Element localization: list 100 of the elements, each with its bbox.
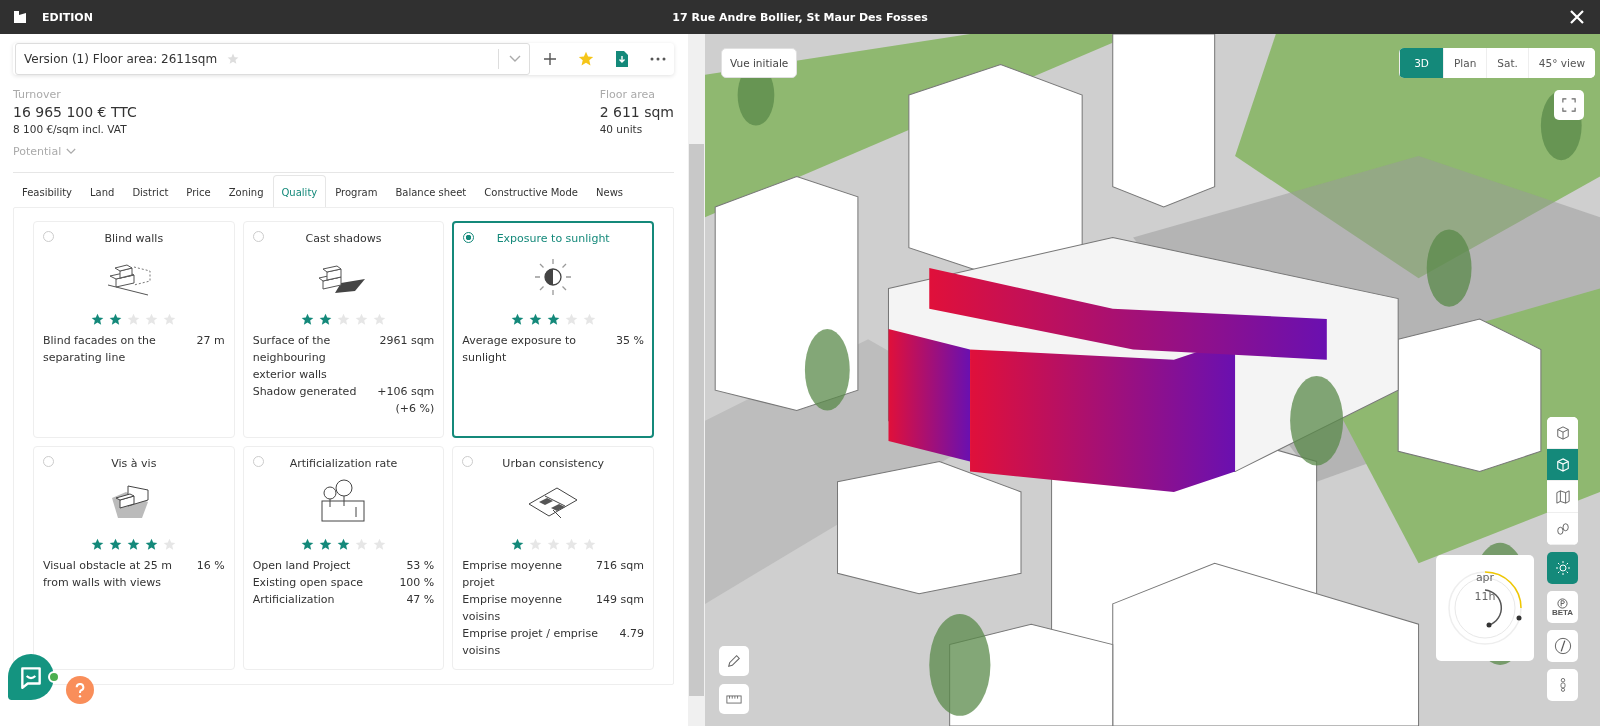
version-dropdown[interactable]: Version (1) Floor area: 2611sqm xyxy=(15,43,530,75)
online-dot-icon xyxy=(48,671,60,683)
chat-smile-icon xyxy=(18,664,44,690)
metric-value: 47 % xyxy=(406,592,435,608)
card-title: Urban consistency xyxy=(502,457,604,470)
file-download-icon xyxy=(616,51,628,67)
radio-button[interactable] xyxy=(463,232,475,243)
map-tool-button[interactable] xyxy=(1547,417,1578,449)
quality-card[interactable]: Blind walls Blind facades on the separating line 27 m xyxy=(33,221,235,438)
metric-label: Average exposure to sunlight xyxy=(462,333,578,366)
metric-note: (+6 %) xyxy=(395,401,435,417)
person-icon xyxy=(1558,677,1567,693)
metric-label: Existing open space xyxy=(252,575,363,591)
map-icon xyxy=(1555,489,1570,504)
month-label: apr xyxy=(1475,571,1495,584)
question-mark-icon xyxy=(75,682,85,698)
metric-value: 35 % xyxy=(616,333,644,349)
parking-button[interactable]: BETA xyxy=(1547,591,1578,623)
measure-button[interactable] xyxy=(719,684,749,714)
tab[interactable]: News xyxy=(587,175,633,208)
metric-value: 716 sqm xyxy=(596,558,644,574)
tab[interactable]: Feasibility xyxy=(13,175,81,208)
tab[interactable]: Program xyxy=(326,175,387,208)
plus-icon xyxy=(543,52,557,66)
view-mode-tab[interactable]: 3D xyxy=(1399,48,1443,78)
chevron-down-icon xyxy=(66,148,77,155)
metric-value: 16 % xyxy=(196,558,225,574)
version-label: Version (1) Floor area: 2611sqm xyxy=(24,52,218,66)
quality-card[interactable]: Artificialization rate Open land Project 53 % Existing open space 100 % Artificialization 47 % xyxy=(242,446,445,670)
metric-value: 2961 sqm xyxy=(379,333,435,349)
metric-value: 149 sqm xyxy=(596,592,644,608)
map-tool-button[interactable] xyxy=(1547,449,1578,481)
metric-label: Artificialization xyxy=(252,592,335,608)
sun-tool-button[interactable] xyxy=(1547,552,1578,584)
quality-card[interactable]: Urban consistency Emprise moyenne projet 716 sqm Emprise moyenne voisins 149 sqm Emprise projet / emprise voisins 4.79 xyxy=(452,446,654,670)
cube-icon xyxy=(1555,457,1570,472)
tab[interactable]: Zoning xyxy=(219,175,273,208)
quality-card[interactable]: Exposure to sunlight Average exposure to sunlight 35 % xyxy=(452,221,654,438)
metric-label: Visual obstacle at 25 m from walls with views xyxy=(43,558,173,591)
card-title: Cast shadows xyxy=(305,232,382,245)
reset-view-button[interactable]: Vue initiale xyxy=(721,48,798,78)
card-title: Exposure to sunlight xyxy=(496,232,610,245)
scrollbar[interactable] xyxy=(688,34,705,726)
footprints-icon xyxy=(1555,521,1570,536)
city-3d-drawing[interactable] xyxy=(705,34,1600,726)
tab[interactable]: Price xyxy=(177,175,220,208)
quality-card[interactable]: Vis à vis Visual obstacle at 25 m from walls with views 16 % xyxy=(33,446,235,670)
card-title: Blind walls xyxy=(104,232,164,245)
turnover-label: Turnover xyxy=(13,88,62,101)
metric-label: Emprise moyenne voisins xyxy=(462,592,563,625)
floor-area-value: 2 611 sqm xyxy=(599,104,674,120)
half-sun-icon xyxy=(533,257,574,297)
sun-position-widget[interactable]: apr 11h xyxy=(1436,555,1534,661)
units-count: 40 units xyxy=(599,123,644,135)
ruler-icon xyxy=(726,694,742,704)
metric-label: Emprise projet / emprise voisins xyxy=(462,626,599,659)
card-title: Artificialization rate xyxy=(289,457,398,470)
more-icon xyxy=(650,57,666,61)
metric-label: Open land Project xyxy=(252,558,351,574)
metric-label: Blind facades on the separating line xyxy=(43,333,157,366)
tab[interactable]: Constructive Mode xyxy=(475,175,587,208)
floor-area-label: Floor area xyxy=(599,88,657,101)
compass-icon xyxy=(1553,637,1572,655)
star-icon xyxy=(578,51,594,67)
card-title: Vis à vis xyxy=(111,457,157,470)
tab[interactable]: Land xyxy=(81,175,124,208)
draw-button[interactable] xyxy=(719,646,749,676)
cube-outline-icon xyxy=(1555,425,1570,440)
metric-value: +106 sqm xyxy=(377,384,435,400)
view-mode-tab[interactable]: 45° view xyxy=(1527,48,1595,78)
help-button[interactable] xyxy=(66,676,94,704)
metric-value: 53 % xyxy=(406,558,435,574)
star-icon[interactable] xyxy=(227,53,240,65)
pencil-icon xyxy=(727,654,741,668)
turnover-value: 16 965 100 € TTC xyxy=(13,104,137,120)
app-title: EDITION xyxy=(42,10,93,24)
sun-icon xyxy=(1554,560,1571,576)
parking-icon xyxy=(1557,597,1568,609)
metric-value: 27 m xyxy=(196,333,225,349)
tab[interactable]: District xyxy=(123,175,178,208)
tab[interactable]: Quality xyxy=(272,175,327,208)
metric-value: 100 % xyxy=(399,575,435,591)
metric-label: Shadow generated xyxy=(252,384,357,400)
turnover-per-sqm: 8 100 €/sqm incl. VAT xyxy=(13,123,128,135)
street-view-button[interactable] xyxy=(1547,669,1578,701)
logo-icon xyxy=(12,9,28,25)
sun-dial-icon xyxy=(1445,568,1525,648)
chevron-down-icon[interactable] xyxy=(509,55,521,63)
hour-label: 11h xyxy=(1474,590,1496,603)
address-title: 17 Rue Andre Bollier, St Maur Des Fosses xyxy=(672,10,928,24)
metric-value: 4.79 xyxy=(619,626,644,642)
tab[interactable]: Balance sheet xyxy=(386,175,476,208)
close-icon xyxy=(1570,10,1584,24)
metric-label: Emprise moyenne projet xyxy=(462,558,563,591)
fullscreen-button[interactable] xyxy=(1554,90,1584,120)
compass-button[interactable] xyxy=(1547,630,1578,662)
beta-label: BETA xyxy=(1551,608,1574,617)
metric-label: Surface of the neighbouring exterior walls xyxy=(252,333,332,383)
quality-card[interactable]: Cast shadows Surface of the neighbouring exterior walls 2961 sqm Shadow generated +106 sqm (+6 %) xyxy=(242,221,445,438)
fullscreen-icon xyxy=(1562,98,1576,112)
